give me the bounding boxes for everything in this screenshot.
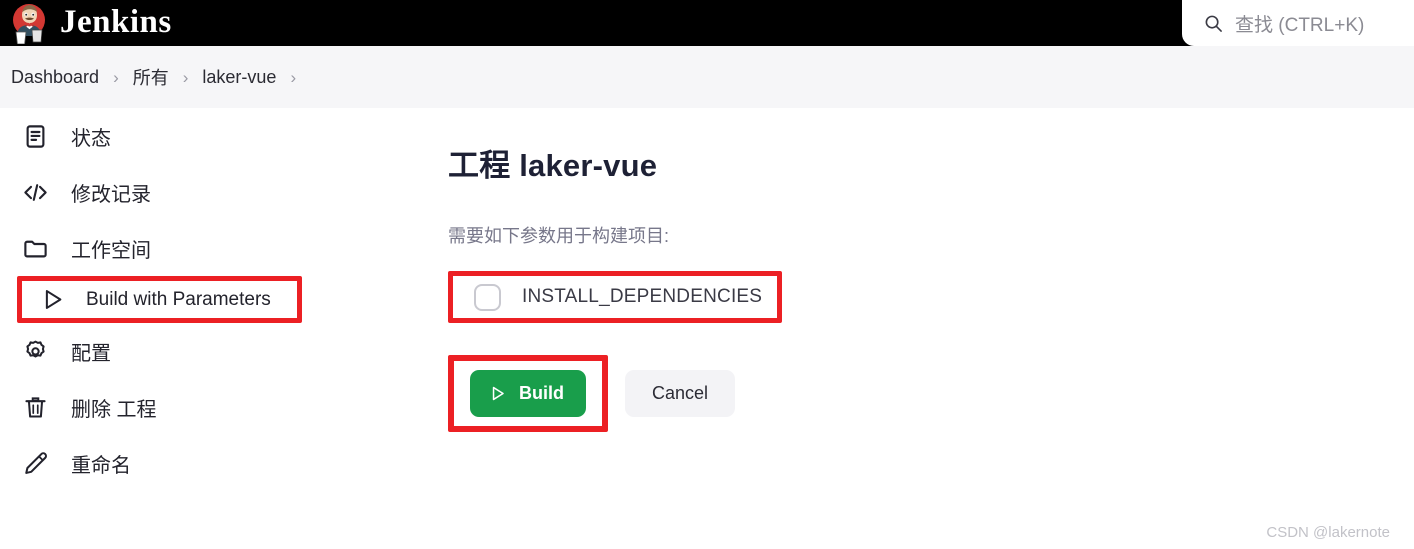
sidebar-item-delete-project[interactable]: 删除 工程 (0, 379, 420, 435)
breadcrumb-separator: › (113, 67, 119, 87)
breadcrumb-item-all[interactable]: 所有 (133, 64, 169, 90)
trash-icon (22, 394, 49, 421)
install-dependencies-checkbox[interactable] (474, 283, 501, 311)
breadcrumb-separator: › (182, 67, 189, 87)
cancel-button[interactable]: Cancel (625, 370, 736, 417)
gear-icon (22, 338, 49, 365)
search-icon (1204, 14, 1223, 33)
sidebar-item-workspace[interactable]: 工作空间 (0, 220, 420, 276)
sidebar-item-changes[interactable]: 修改记录 (0, 164, 420, 220)
play-icon (39, 286, 66, 313)
sidebar-item-label: 重命名 (71, 454, 131, 477)
breadcrumb: Dashboard › 所有 › laker-vue › (0, 46, 1414, 108)
parameter-label: INSTALL_DEPENDENCIES (522, 286, 763, 307)
search-input-placeholder[interactable]: 查找 (CTRL+K) (1235, 10, 1364, 37)
build-button-highlight: Build (448, 355, 608, 432)
page-body: 状态 修改记录 工作空间 Build with Parameters 配置 删除… (0, 108, 1414, 549)
sidebar-item-rename[interactable]: 重命名 (0, 435, 420, 491)
sidebar-item-label: 状态 (71, 127, 111, 150)
breadcrumb-separator-trailing: › (290, 67, 297, 87)
sidebar-item-label: 工作空间 (71, 239, 151, 262)
sidebar-item-build-with-parameters[interactable]: Build with Parameters (17, 276, 302, 323)
folder-icon (22, 235, 49, 262)
pencil-icon (22, 450, 49, 477)
jenkins-brand-title: Jenkins (60, 3, 172, 40)
jenkins-butler-logo-icon (8, 2, 50, 45)
jenkins-brand[interactable]: Jenkins (8, 0, 172, 46)
form-actions: Build Cancel (448, 355, 1348, 432)
sidebar: 状态 修改记录 工作空间 Build with Parameters 配置 删除… (0, 108, 420, 491)
parameter-row-install-dependencies[interactable]: INSTALL_DEPENDENCIES (448, 271, 782, 323)
breadcrumb-item-dashboard[interactable]: Dashboard (11, 67, 99, 88)
sidebar-item-label: 删除 工程 (71, 398, 157, 421)
sidebar-item-configure[interactable]: 配置 (0, 323, 420, 379)
build-button-label: Build (519, 383, 564, 403)
sidebar-item-label: Build with Parameters (86, 288, 271, 310)
sidebar-item-label: 修改记录 (71, 183, 151, 206)
build-button[interactable]: Build (470, 370, 586, 417)
watermark: CSDN @lakernote (1266, 524, 1390, 541)
parameters-note: 需要如下参数用于构建项目: (448, 226, 669, 246)
code-icon (22, 179, 49, 206)
play-icon (488, 384, 507, 403)
page-title: 工程 laker-vue (448, 148, 658, 183)
sidebar-item-status[interactable]: 状态 (0, 108, 420, 164)
sidebar-item-label: 配置 (71, 342, 111, 365)
breadcrumb-item-laker-vue[interactable]: laker-vue (202, 67, 276, 88)
document-icon (22, 123, 49, 150)
global-search-box[interactable]: 查找 (CTRL+K) (1182, 0, 1414, 46)
main-content: 工程 laker-vue 需要如下参数用于构建项目: INSTALL_DEPEN… (448, 108, 1348, 432)
